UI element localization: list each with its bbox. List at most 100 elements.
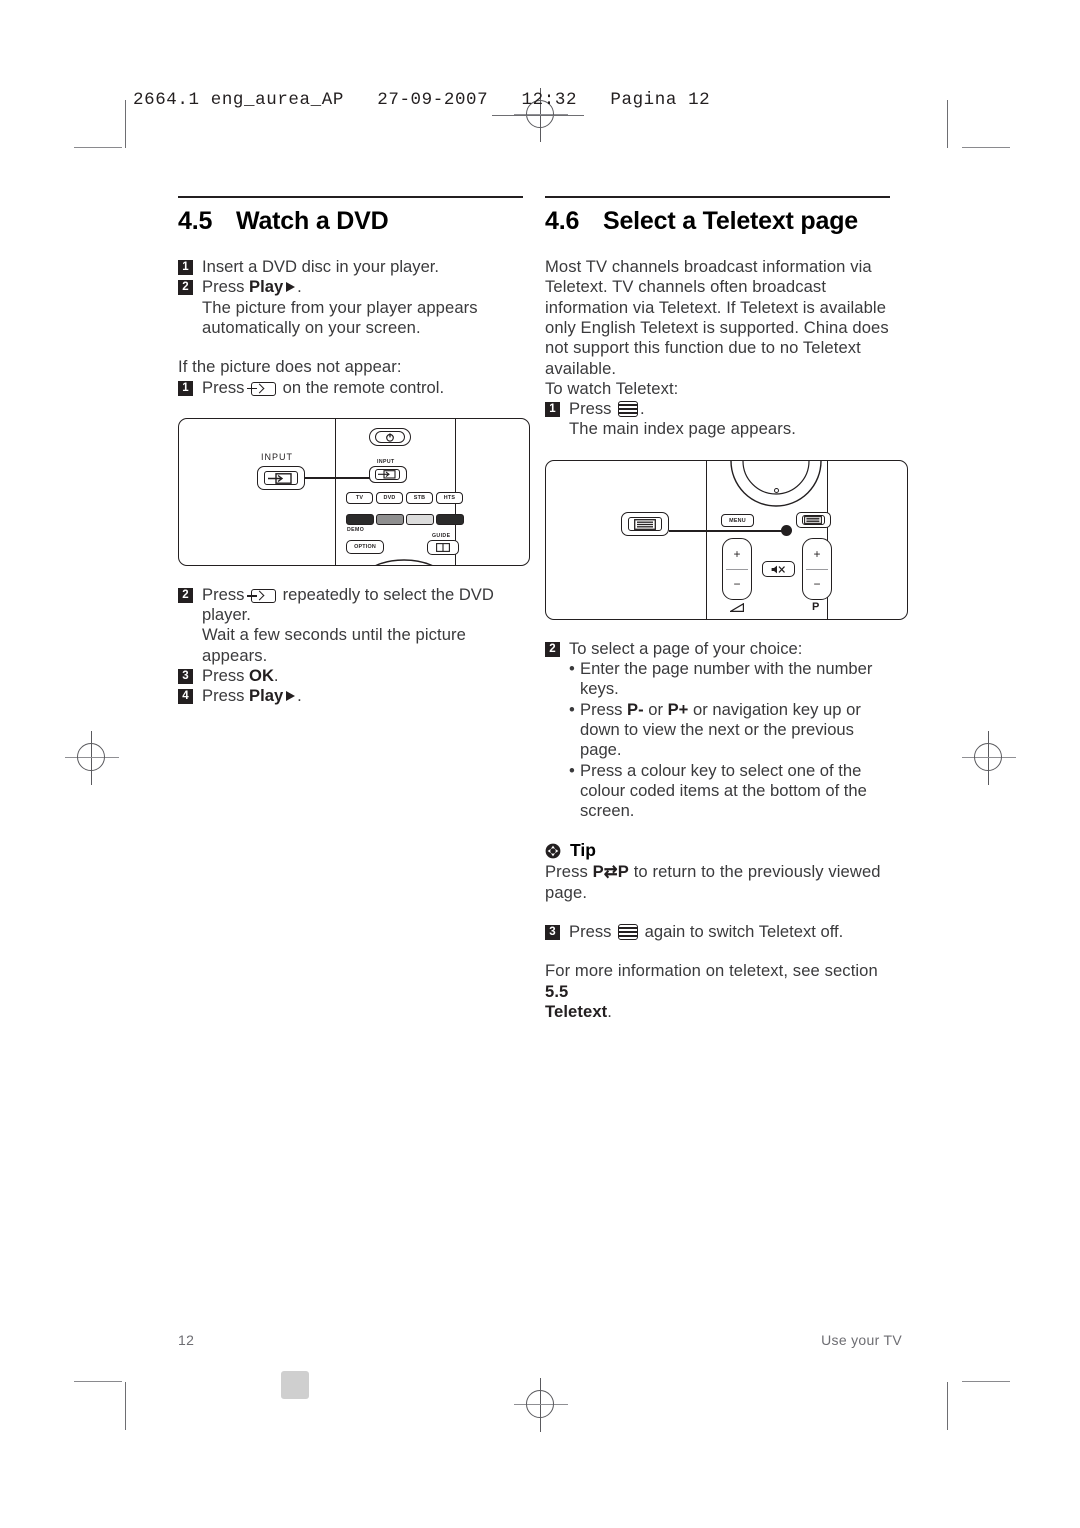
step-item: 2 Press Play. [178, 277, 523, 297]
play-key-label: Play [249, 686, 284, 706]
step-item: 4 Press Play. [178, 686, 523, 706]
section-number: 4.5 [178, 206, 213, 235]
volume-icon [730, 602, 744, 612]
step-marker: 1 [178, 380, 193, 396]
step-item: 1 Insert a DVD disc in your player. [178, 257, 523, 277]
section-title-text: Watch a DVD [236, 206, 389, 235]
input-callout-label: INPUT [261, 451, 293, 462]
imposition-slug-underline [492, 115, 584, 116]
previous-page-key-label: P⇄P [592, 862, 629, 882]
column-right: 4.6 Select a Teletext page Most TV channe… [545, 196, 908, 1022]
crop-mark-top-right-vertical [947, 100, 948, 148]
closing-note: For more information on teletext, see se… [545, 961, 878, 1021]
step-text: Press repeatedly to select the DVD playe… [202, 584, 494, 625]
section-title-text: Select a Teletext page [603, 206, 858, 235]
input-key-icon [247, 588, 277, 603]
step-text: Press again to switch Teletext off. [569, 922, 844, 942]
running-head: Use your TV [821, 1332, 902, 1348]
crop-mark-bottom-left-vertical [125, 1382, 126, 1430]
step-text: Press OK. [202, 666, 279, 686]
program-rocker[interactable]: + − [802, 537, 832, 600]
input-key-icon [247, 381, 277, 396]
manual-page: 2664.1 eng_aurea_AP 27-09-2007 12:32 Pag… [0, 0, 1080, 1528]
option-button[interactable]: OPTION [346, 539, 384, 554]
teletext-key-icon [618, 924, 639, 941]
diagram-divider [335, 418, 337, 565]
menu-button[interactable]: MENU [721, 513, 754, 527]
source-button-tv[interactable]: TV [346, 491, 373, 504]
rocker-separator [726, 568, 748, 570]
step-marker: 1 [545, 402, 560, 418]
step-text: Press on the remote control. [202, 377, 445, 397]
list-item: • Press P- or P+ or navigation key up or… [569, 700, 890, 761]
step-item: 3 Press again to switch Teletext off. [545, 922, 890, 942]
crop-mark-bottom-right-vertical [947, 1382, 948, 1430]
color-control-patch [281, 1371, 309, 1399]
teletext-intro: Most TV channels broadcast information v… [545, 257, 889, 378]
crop-mark-top-left-vertical [125, 100, 126, 148]
step-item: 3 Press OK. [178, 666, 523, 686]
remote-input-label: INPUT [377, 458, 395, 465]
step-text: Press Play. [202, 686, 302, 706]
play-triangle-icon [286, 282, 296, 293]
step-text: To select a page of your choice: [569, 638, 803, 658]
page-number: 12 [178, 1332, 195, 1348]
step-continuation: The picture from your player appears aut… [202, 297, 478, 337]
section-heading-watch-dvd: 4.5 Watch a DVD [178, 206, 523, 236]
navigation-disc-icon [375, 559, 433, 565]
crop-mark-bottom-left-horizontal [74, 1381, 122, 1382]
section-rule-right [545, 196, 890, 198]
tip-marker-icon [545, 843, 561, 859]
colour-key-red[interactable] [346, 513, 374, 525]
imposition-slug: 2664.1 eng_aurea_AP 27-09-2007 12:32 Pag… [133, 90, 711, 110]
navigation-disc-center-dot [774, 487, 779, 493]
registration-mark-left [65, 731, 119, 785]
demo-label: DEMO [347, 526, 365, 533]
step-marker: 2 [178, 280, 193, 296]
step-marker: 3 [178, 669, 193, 685]
source-button-hts[interactable]: HTS [436, 491, 463, 504]
section-rule-left [178, 196, 523, 198]
colour-key-yellow[interactable] [406, 513, 434, 525]
step-item: 1 Press . [545, 399, 890, 419]
list-item: • Press a colour key to select one of th… [569, 761, 890, 822]
colour-key-blue[interactable] [436, 513, 464, 525]
crop-mark-top-right-horizontal [962, 147, 1010, 148]
guide-label: GUIDE [432, 532, 451, 539]
program-down-label[interactable]: − [803, 578, 831, 590]
teletext-intro-last-line: To watch Teletext: [545, 378, 679, 398]
section-heading-select-teletext: 4.6 Select a Teletext page [545, 206, 890, 236]
step-text: Press Play. [202, 277, 302, 297]
bullet-dot-icon: • [569, 659, 575, 679]
source-button-dvd[interactable]: DVD [376, 491, 403, 504]
bullet-list: • Enter the page number with the number … [569, 659, 890, 821]
section-reference-title: Teletext [545, 1001, 608, 1021]
remote-input-arrow-icon [378, 470, 396, 479]
step-marker: 1 [178, 260, 193, 276]
step-item: 1 Press on the remote control. [178, 378, 523, 398]
source-button-stb[interactable]: STB [406, 491, 433, 504]
input-arrow-icon [268, 472, 292, 484]
colour-key-green[interactable] [376, 513, 404, 525]
step-marker: 3 [545, 925, 560, 941]
step-item: 2 Press repeatedly to select the DVD pla… [178, 585, 523, 626]
volume-up-label[interactable]: + [723, 548, 751, 560]
volume-rocker[interactable]: + − [722, 537, 752, 600]
tip-heading: Tip [545, 840, 890, 861]
section-reference-number: 5.5 [545, 981, 569, 1001]
step-continuation: The main index page appears. [569, 419, 796, 439]
tip-label: Tip [570, 840, 596, 861]
mute-speaker-icon [771, 565, 785, 574]
registration-mark-right [962, 731, 1016, 785]
remote-diagram-input: INPUT INPUT TV DVD STB HTS DEMO OPTION G… [178, 417, 530, 566]
program-up-label[interactable]: + [803, 548, 831, 560]
bullet-text: Press P- or P+ or navigation key up or d… [580, 699, 861, 760]
diagram-divider [706, 460, 708, 619]
bullet-text: Press a colour key to select one of the … [580, 760, 867, 821]
guide-book-icon [436, 542, 450, 552]
step-marker: 2 [545, 641, 560, 657]
remote-teletext-icon [804, 515, 822, 524]
play-key-label: Play [249, 277, 284, 297]
volume-down-label[interactable]: − [723, 578, 751, 590]
navigation-disc-icon [730, 460, 822, 507]
